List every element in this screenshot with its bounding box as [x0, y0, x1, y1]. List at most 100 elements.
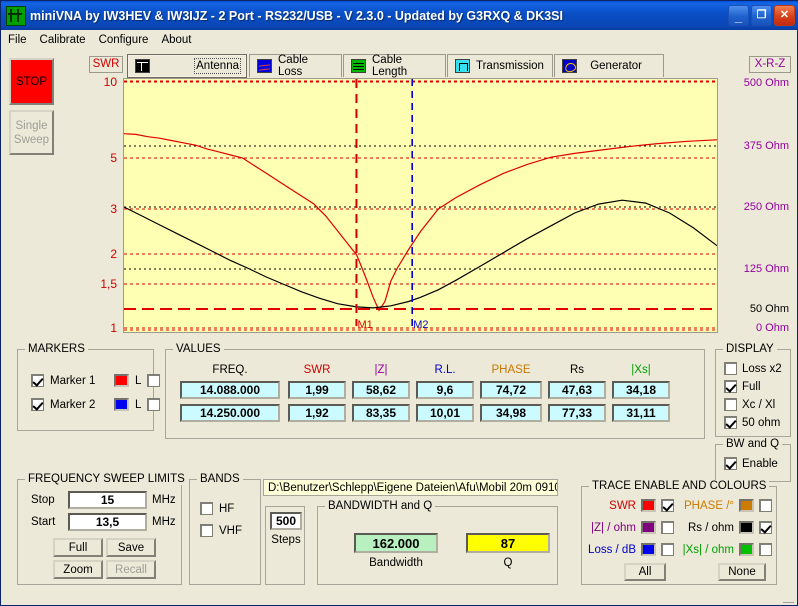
trace-none-button[interactable]: None: [718, 563, 766, 581]
close-icon: ✕: [779, 9, 790, 21]
values-row2-freq[interactable]: 14.250.000: [180, 404, 280, 422]
tab-transmission-label: Transmission: [476, 60, 544, 72]
display-panel: DISPLAY Loss x2 Full Xc / Xl 50 ohm: [715, 343, 791, 437]
cable-length-icon: [351, 59, 366, 73]
trace-z-checkbox[interactable]: [661, 521, 674, 534]
zoom-button[interactable]: Zoom: [53, 560, 103, 579]
xrz-axis-caption: X-R-Z: [749, 56, 791, 73]
xrz-tick-0: 0 Ohm: [755, 322, 789, 334]
display-50-ohm-checkbox[interactable]: [724, 416, 737, 429]
marker-2-color-swatch[interactable]: [114, 398, 129, 411]
values-header-rl: R.L.: [434, 364, 456, 376]
window-title: miniVNA by IW3HEV & IW3IJZ - 2 Port - RS…: [30, 8, 563, 23]
minimize-button[interactable]: _: [728, 5, 749, 26]
trace-xs-color-swatch[interactable]: [739, 543, 754, 556]
values-panel-title: VALUES: [173, 343, 224, 355]
swr-tick-2: 2: [110, 247, 117, 261]
trace-rs-color-swatch[interactable]: [739, 521, 754, 534]
values-header-xs: |Xs|: [631, 364, 651, 376]
markers-panel-title: MARKERS: [25, 343, 88, 355]
values-row2-phase[interactable]: 34,98: [480, 404, 542, 422]
menu-bar: File Calibrate Configure About: [1, 30, 797, 50]
q-value: 87: [466, 533, 550, 553]
values-row1-rs[interactable]: 47,63: [548, 381, 606, 399]
values-row1-swr[interactable]: 1,99: [288, 381, 346, 399]
trace-swr-color-swatch[interactable]: [641, 499, 656, 512]
display-full-checkbox[interactable]: [724, 380, 737, 393]
resize-grip-icon[interactable]: [782, 591, 794, 603]
values-row2-rs[interactable]: 77,33: [548, 404, 606, 422]
display-full-label: Full: [742, 380, 761, 393]
recall-button[interactable]: Recall: [106, 560, 156, 579]
values-row1-rl[interactable]: 9,6: [416, 381, 474, 399]
xrz-tick-500: 500 Ohm: [743, 77, 789, 89]
single-sweep-button[interactable]: Single Sweep: [9, 110, 54, 155]
display-loss-x2-checkbox[interactable]: [724, 362, 737, 375]
values-row1-xs[interactable]: 34,18: [612, 381, 670, 399]
start-label: Start: [31, 516, 56, 528]
maximize-button[interactable]: ❐: [751, 5, 772, 26]
values-row2-xs[interactable]: 31,11: [612, 404, 670, 422]
marker-1-checkbox[interactable]: [31, 374, 44, 387]
full-button[interactable]: Full: [53, 538, 103, 557]
save-button[interactable]: Save: [106, 538, 156, 557]
marker-1-l-checkbox[interactable]: [147, 374, 161, 387]
swr-tick-1: 1: [110, 321, 117, 335]
steps-panel: 500 Steps: [265, 506, 305, 585]
transmission-icon: [455, 59, 470, 73]
tab-transmission[interactable]: Transmission: [447, 54, 553, 77]
maximize-icon: ❐: [756, 9, 767, 21]
values-row1-phase[interactable]: 74,72: [480, 381, 542, 399]
trace-loss-color-swatch[interactable]: [641, 543, 656, 556]
trace-phase-color-swatch[interactable]: [739, 499, 754, 512]
tab-cable-loss-label: Cable Loss: [278, 54, 309, 78]
tab-antenna[interactable]: Antenna: [127, 54, 247, 78]
trace-loss-checkbox[interactable]: [661, 543, 674, 556]
tab-cable-loss[interactable]: Cable Loss: [249, 54, 342, 78]
marker-2-checkbox[interactable]: [31, 398, 44, 411]
bw-q-enable-checkbox[interactable]: [724, 457, 737, 470]
display-xc-xl-checkbox[interactable]: [724, 398, 737, 411]
application-window: miniVNA by IW3HEV & IW3IJZ - 2 Port - RS…: [0, 0, 798, 606]
stop-input[interactable]: 15: [68, 491, 147, 509]
title-bar: miniVNA by IW3HEV & IW3IJZ - 2 Port - RS…: [1, 1, 798, 30]
steps-input[interactable]: 500: [270, 512, 302, 530]
minimize-icon: _: [734, 9, 743, 24]
marker-2-l-checkbox[interactable]: [147, 398, 161, 411]
values-row2-z[interactable]: 83,35: [352, 404, 410, 422]
values-row2-rl[interactable]: 10,01: [416, 404, 474, 422]
trace-panel: TRACE ENABLE AND COLOURS SWR |Z| / ohm L…: [581, 480, 777, 585]
close-button[interactable]: ✕: [774, 5, 795, 26]
trace-rs-checkbox[interactable]: [759, 521, 772, 534]
values-header-phase: PHASE: [491, 364, 531, 376]
marker-1-label: Marker 1: [50, 374, 96, 387]
menu-item-configure[interactable]: Configure: [99, 32, 158, 48]
window-buttons: _ ❐ ✕: [728, 5, 795, 26]
start-input[interactable]: 13,5: [68, 513, 147, 531]
band-vhf-checkbox[interactable]: [200, 524, 213, 537]
values-row1-freq[interactable]: 14.088.000: [180, 381, 280, 399]
marker-1-color-swatch[interactable]: [114, 374, 129, 387]
values-row2-swr[interactable]: 1,92: [288, 404, 346, 422]
menu-item-calibrate[interactable]: Calibrate: [40, 32, 95, 48]
menu-item-file[interactable]: File: [8, 32, 36, 48]
trace-swr-checkbox[interactable]: [661, 499, 674, 512]
marker-2-l-label: L: [135, 398, 142, 411]
tab-cable-length[interactable]: Cable Length: [343, 54, 446, 78]
band-hf-checkbox[interactable]: [200, 502, 213, 515]
trace-all-button[interactable]: All: [624, 563, 666, 581]
values-row1-z[interactable]: 58,62: [352, 381, 410, 399]
bandwidth-label: Bandwidth: [369, 557, 423, 569]
file-path-field[interactable]: D:\Benutzer\Schlepp\Eigene Dateien\Afu\M…: [263, 479, 558, 496]
markers-panel: MARKERS Marker 1 L Marker 2 L: [17, 343, 161, 431]
bandwidth-value: 162.000: [354, 533, 438, 553]
stop-button[interactable]: STOP: [9, 58, 54, 105]
start-unit: MHz: [152, 516, 176, 528]
trace-rs-label: Rs / ohm: [687, 521, 734, 534]
trace-z-color-swatch[interactable]: [641, 521, 656, 534]
trace-xs-checkbox[interactable]: [759, 543, 772, 556]
trace-phase-checkbox[interactable]: [759, 499, 772, 512]
menu-item-about[interactable]: About: [161, 32, 200, 48]
plot-area[interactable]: M1 M2: [123, 78, 718, 333]
tab-generator[interactable]: Generator: [554, 54, 664, 77]
